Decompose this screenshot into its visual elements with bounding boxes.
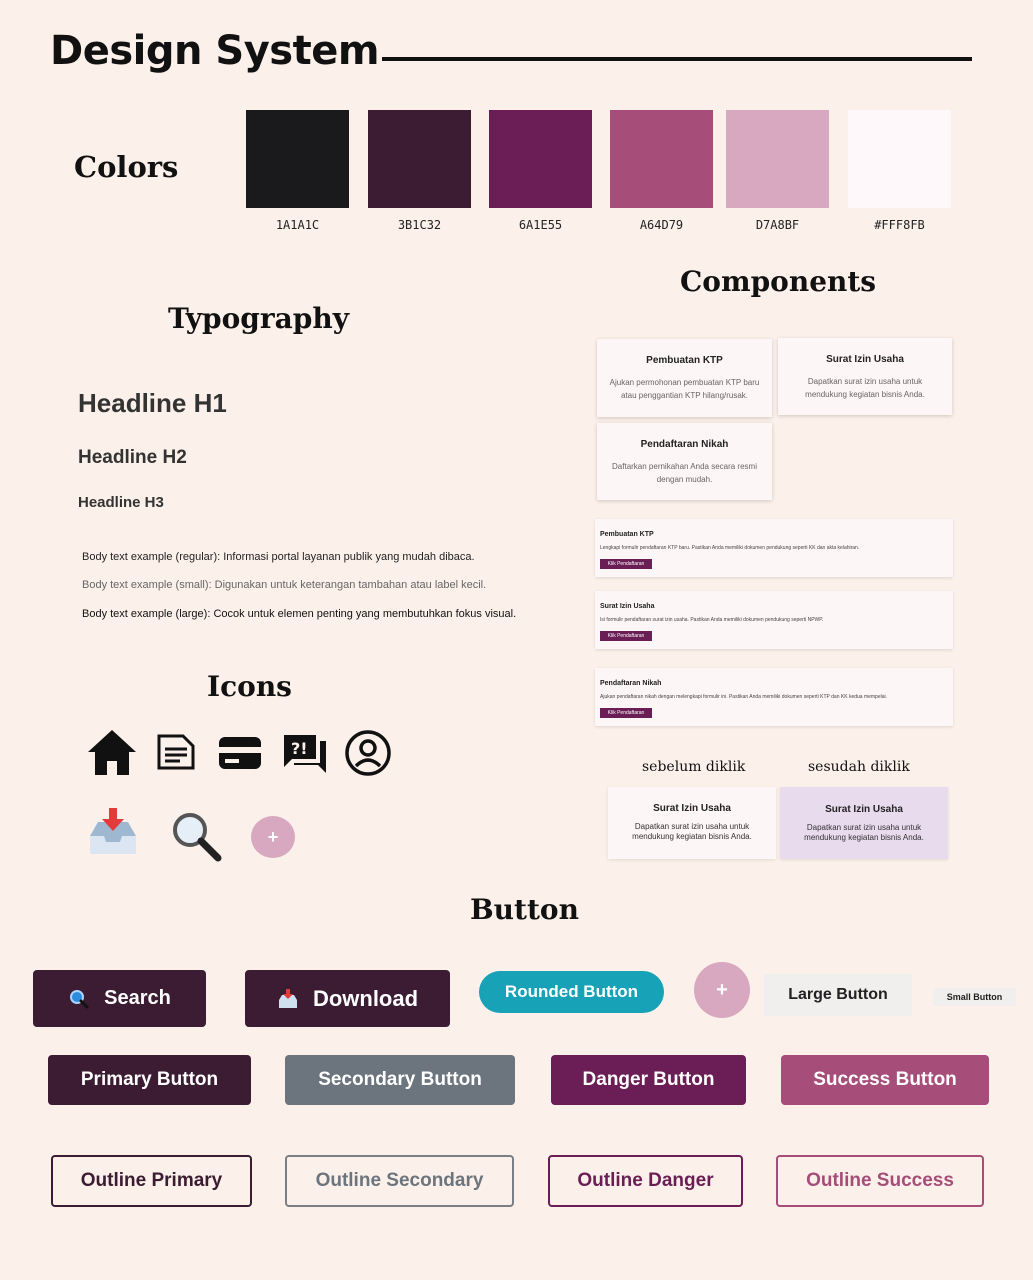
service-list-item: Pendaftaran Nikah Ajukan pendaftaran nik… (595, 668, 953, 726)
color-swatch (610, 110, 713, 208)
outline-primary-button[interactable]: Outline Primary (51, 1155, 252, 1207)
outline-danger-button[interactable]: Outline Danger (548, 1155, 743, 1207)
card-title: Pembuatan KTP (646, 355, 723, 366)
color-swatch-label: 1A1A1C (275, 218, 320, 232)
list-item-title: Surat Izin Usaha (600, 603, 655, 610)
success-button-label: Success Button (813, 1069, 957, 1090)
card-title: Pendaftaran Nikah (640, 439, 729, 450)
card-description: Dapatkan surat izin usaha untuk mendukun… (805, 377, 925, 399)
feedback-chat-icon: ?! (284, 735, 326, 773)
list-item-title: Pembuatan KTP (600, 531, 654, 538)
large-button-label: Large Button (788, 986, 888, 1003)
small-button-label: Small Button (946, 992, 1003, 1002)
service-list-item: Pembuatan KTP Lengkapi formulir pendafta… (595, 519, 953, 577)
color-swatch (246, 110, 349, 208)
card-title: Surat Izin Usaha (653, 803, 731, 814)
fab-add-button[interactable]: + (694, 962, 750, 1018)
danger-button-label: Danger Button (582, 1069, 715, 1090)
list-item-description: Ajukan pendaftaran nikah dengan melengka… (600, 694, 888, 700)
list-item-description: Isi formulir pendaftaran surat izin usah… (600, 617, 824, 623)
large-button[interactable]: Large Button (764, 974, 912, 1016)
outline-success-button[interactable]: Outline Success (776, 1155, 984, 1207)
rounded-button-label: Rounded Button (504, 982, 639, 1001)
document-icon (157, 734, 195, 770)
rounded-button[interactable]: Rounded Button (479, 971, 664, 1013)
typography-heading: Typography (168, 302, 349, 335)
inbox-download-icon (90, 808, 136, 854)
color-swatch (726, 110, 829, 208)
colors-heading: Colors (74, 150, 179, 184)
search-icon (70, 989, 89, 1008)
color-swatch-label: 3B1C32 (397, 218, 442, 232)
download-button[interactable]: Download (245, 970, 450, 1027)
color-swatch-label: #FFF8FB (874, 218, 925, 232)
primary-button-label: Primary Button (80, 1069, 219, 1090)
register-button[interactable]: Klik Pendaftaran (600, 708, 652, 718)
color-swatch-label: 6A1E55 (518, 218, 563, 232)
magnifier-icon (173, 813, 222, 862)
secondary-button-label: Secondary Button (318, 1069, 482, 1090)
card-description: Ajukan permohonan pembuatan KTP baru ata… (609, 378, 760, 400)
outline-secondary-label: Outline Secondary (315, 1170, 484, 1191)
primary-button[interactable]: Primary Button (48, 1055, 251, 1105)
plus-symbol: + (267, 826, 279, 847)
color-swatch (848, 110, 951, 208)
search-button[interactable]: Search (33, 970, 206, 1027)
plus-fab-icon: + (251, 816, 295, 858)
service-card[interactable]: Surat Izin Usaha Dapatkan surat izin usa… (778, 338, 952, 415)
search-button-label: Search (104, 987, 171, 1009)
service-card[interactable]: Pembuatan KTP Ajukan permohonan pembuata… (597, 339, 772, 417)
card-description: Dapatkan surat izin usaha untuk mendukun… (632, 822, 752, 841)
icons-heading: Icons (207, 670, 292, 703)
download-icon (278, 988, 297, 1008)
headline-h1: Headline H1 (78, 388, 227, 418)
card-description: Dapatkan surat izin usaha untuk mendukun… (804, 823, 924, 842)
outline-primary-label: Outline Primary (80, 1170, 223, 1191)
plus-icon: + (716, 978, 728, 1001)
success-button[interactable]: Success Button (781, 1055, 989, 1105)
home-icon (88, 730, 136, 775)
after-click-label: sesudah diklik (808, 759, 910, 775)
title-divider (382, 57, 972, 61)
color-swatch (489, 110, 592, 208)
state-card-default[interactable]: Surat Izin Usaha Dapatkan surat izin usa… (608, 787, 776, 859)
service-list-item: Surat Izin Usaha Isi formulir pendaftara… (595, 591, 953, 649)
svg-text:?!: ?! (291, 739, 308, 758)
color-swatch-label: A64D79 (639, 218, 684, 232)
headline-h2: Headline H2 (78, 447, 187, 468)
page-title: Design System (50, 28, 380, 74)
credit-card-icon (219, 737, 261, 769)
state-card-clicked[interactable]: Surat Izin Usaha Dapatkan surat izin usa… (780, 787, 948, 859)
small-button[interactable]: Small Button (933, 988, 1016, 1006)
outline-secondary-button[interactable]: Outline Secondary (285, 1155, 514, 1207)
register-button[interactable]: Klik Pendaftaran (600, 559, 652, 569)
card-title: Surat Izin Usaha (825, 804, 903, 815)
download-button-label: Download (312, 985, 419, 1011)
components-heading: Components (680, 265, 877, 298)
headline-h3: Headline H3 (78, 494, 164, 511)
secondary-button[interactable]: Secondary Button (285, 1055, 515, 1105)
register-button[interactable]: Klik Pendaftaran (600, 631, 652, 641)
color-swatch (368, 110, 471, 208)
outline-danger-label: Outline Danger (577, 1170, 714, 1191)
list-item-title: Pendaftaran Nikah (600, 680, 662, 687)
body-text-regular: Body text example (regular): Informasi p… (82, 551, 475, 563)
danger-button[interactable]: Danger Button (551, 1055, 746, 1105)
body-text-small: Body text example (small): Digunakan unt… (82, 579, 487, 591)
outline-success-label: Outline Success (806, 1170, 954, 1191)
card-description: Daftarkan pernikahan Anda secara resmi d… (612, 462, 757, 484)
service-card[interactable]: Pendaftaran Nikah Daftarkan pernikahan A… (597, 423, 772, 500)
button-heading: Button (470, 893, 579, 926)
before-click-label: sebelum diklik (642, 759, 746, 775)
list-item-description: Lengkapi formulir pendaftaran KTP baru. … (600, 545, 860, 551)
color-swatch-label: D7A8BF (755, 218, 800, 232)
user-circle-icon (345, 730, 391, 776)
body-text-large: Body text example (large): Cocok untuk e… (82, 608, 517, 620)
card-title: Surat Izin Usaha (826, 354, 904, 365)
